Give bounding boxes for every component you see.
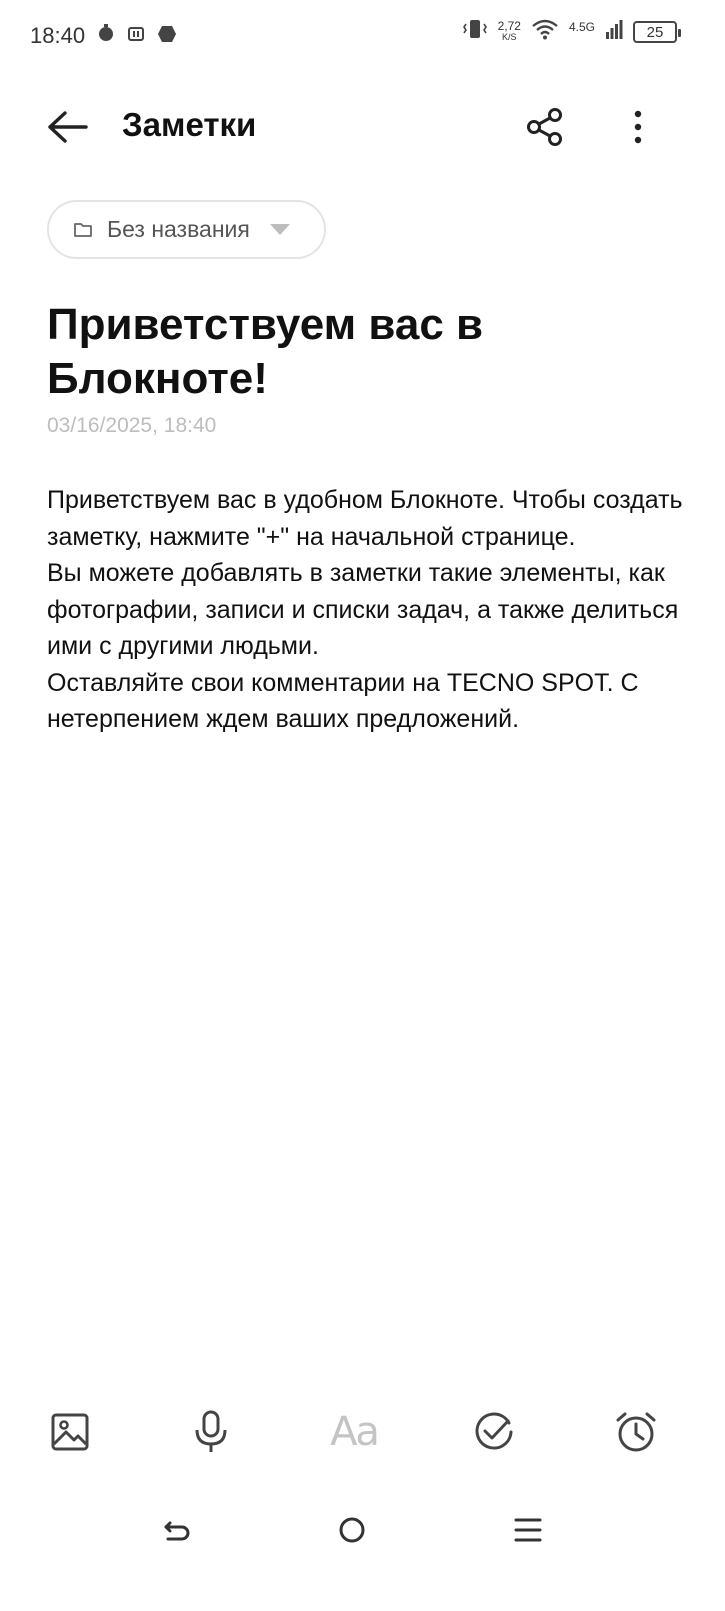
nav-back-icon — [164, 1521, 190, 1541]
note-title[interactable]: Приветствуем вас в Блокноте! — [47, 298, 667, 406]
arrow-left-icon — [48, 111, 88, 143]
note-paragraph: Вы можете добавлять в заметки такие элем… — [47, 559, 679, 660]
share-button[interactable] — [520, 102, 570, 152]
status-bar: 18:40 2,72 K/S 4.5G 25 — [0, 0, 725, 72]
note-body[interactable]: Приветствуем вас в удобном Блокноте. Что… — [47, 482, 687, 738]
microphone-icon — [195, 1410, 227, 1452]
network-speed-value: 2,72 — [497, 19, 521, 33]
battery-indicator: 25 — [633, 21, 681, 43]
app-notification-icon — [127, 23, 145, 49]
more-options-button[interactable] — [618, 102, 658, 152]
network-type: 4.5G — [568, 20, 595, 34]
folder-label: Без названия — [107, 216, 250, 242]
battery-level: 25 — [646, 23, 664, 41]
text-format-label: Aa — [330, 1409, 380, 1455]
folder-icon — [74, 222, 92, 237]
app-header: Заметки — [0, 92, 725, 162]
nav-menu-button[interactable] — [506, 1508, 550, 1552]
status-time: 18:40 — [30, 23, 86, 48]
nav-home-icon — [339, 1517, 365, 1543]
network-speed: 2,72 K/S — [497, 19, 521, 43]
note-date: 03/16/2025, 18:40 — [47, 414, 217, 437]
page-title: Заметки — [122, 106, 257, 143]
insert-image-button[interactable] — [44, 1406, 96, 1458]
check-circle-icon — [475, 1412, 513, 1450]
back-button[interactable] — [40, 102, 94, 152]
wifi-icon — [531, 18, 559, 46]
notes-screen: 18:40 2,72 K/S 4.5G 25 Заметки Без назва… — [0, 0, 725, 1611]
nav-menu-icon — [514, 1518, 542, 1542]
more-vertical-icon — [634, 110, 642, 144]
editor-toolbar: Aa — [0, 1400, 725, 1464]
note-paragraph: Оставляйте свои комментарии на TECNO SPO… — [47, 668, 639, 734]
note-paragraph: Приветствуем вас в удобном Блокноте. Что… — [47, 486, 683, 551]
network-speed-unit: K/S — [502, 32, 517, 42]
chevron-down-icon — [269, 224, 290, 235]
voice-record-button[interactable] — [185, 1406, 237, 1458]
nav-home-button[interactable] — [330, 1508, 374, 1552]
nav-back-button[interactable] — [155, 1508, 199, 1552]
alarm-clock-icon — [616, 1412, 656, 1452]
timer-icon — [97, 23, 115, 49]
signal-icon — [605, 18, 623, 46]
hexagon-app-icon — [157, 23, 177, 49]
status-right: 2,72 K/S 4.5G 25 — [462, 18, 681, 46]
vibrate-icon — [462, 18, 488, 46]
share-icon — [527, 108, 562, 146]
folder-selector[interactable]: Без названия — [47, 200, 326, 259]
system-nav-bar — [0, 1500, 725, 1560]
checklist-button[interactable] — [468, 1406, 520, 1458]
image-icon — [51, 1413, 89, 1451]
reminder-button[interactable] — [610, 1406, 662, 1458]
status-left: 18:40 — [30, 23, 177, 49]
text-format-button[interactable]: Aa — [327, 1406, 381, 1458]
